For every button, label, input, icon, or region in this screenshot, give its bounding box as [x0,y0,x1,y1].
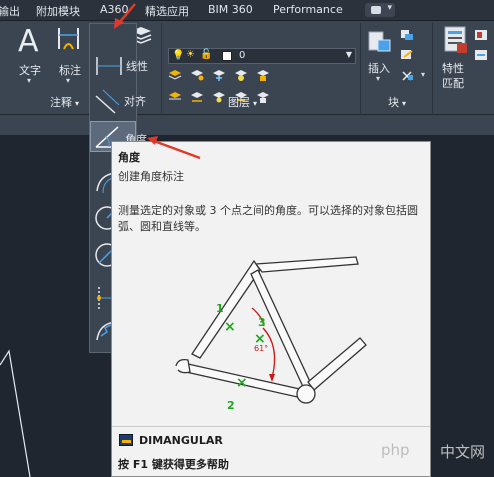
tooltip-help-hint: 按 F1 键获得更多帮助 [118,458,229,471]
panel-separator [432,23,433,113]
linear-dimension-item-icon[interactable] [94,54,124,78]
chevron-down-icon: ▾ [253,99,258,108]
lock-icon: 🔓 [200,49,213,60]
dimension-tool-icon[interactable] [56,25,82,53]
dropdown-item-aligned[interactable]: 对齐 [90,86,146,117]
layer-off-icon[interactable] [234,69,248,81]
ribbon: A 文字 ▾ 标注 ▾ ▾ 💡 ☀ 🔓 0 ▼ [0,21,494,135]
lightbulb-icon: 💡 [172,50,185,61]
point-2-label: 2 [227,399,235,412]
quick-select-icon[interactable] [474,49,488,61]
block-panel-title[interactable]: 块 ▾ [388,94,406,110]
layer-dropdown[interactable]: 💡 ☀ 🔓 0 ▼ [168,48,356,64]
layer-match-icon[interactable] [168,91,182,103]
layer-unlock-icon[interactable] [256,91,270,103]
block-tools-dropdown-icon[interactable]: ▾ [421,70,425,79]
layer-unisolate-icon[interactable] [212,91,226,103]
point-1-marker: × [224,319,236,335]
watermark-suffix: 中文网 [440,443,486,461]
annotation-panel-title[interactable]: 注释 ▾ [50,94,79,110]
point-2-marker: × [236,375,248,391]
tab-bim360[interactable]: BIM 360 [208,3,253,16]
aligned-dimension-icon [95,89,120,114]
layer-properties-icon[interactable] [168,69,182,81]
tooltip-description: 测量选定的对象或 3 个点之间的角度。可以选择的对象包括圆弧、圆和直线等。 [118,204,418,233]
command-icon [119,434,133,446]
chevron-down-icon: ▼ [345,50,352,59]
tab-output[interactable]: 输出 [0,3,20,19]
layer-isolate-icon[interactable] [190,69,204,81]
point-1-label: 1 [216,302,224,315]
tooltip-title: 角度 [118,151,140,164]
layer-color-swatch [222,51,232,61]
tab-performance[interactable]: Performance [273,3,343,16]
insert-block-icon[interactable] [366,27,392,55]
chevron-down-icon: ▾ [75,99,80,108]
tab-featured-apps[interactable]: 精选应用 [145,3,189,19]
tooltip-subtitle: 创建角度标注 [118,170,184,183]
layer-lock-icon[interactable] [256,69,270,81]
layer-freeze-icon[interactable] [212,69,226,81]
group-icon[interactable] [474,29,488,41]
layers-panel-label: 图层 [228,96,250,109]
watermark-text: php [381,441,410,459]
match-properties-label-line2[interactable]: 匹配 [442,75,464,91]
tab-a360[interactable]: A360 [100,3,129,16]
tooltip-divider [112,426,430,427]
layer-previous-icon[interactable] [190,91,204,103]
panel-separator [360,23,361,113]
ribbon-display-toggle-button[interactable] [365,3,395,17]
angular-tooltip: 角度 创建角度标注 测量选定的对象或 3 个点之间的角度。可以选择的对象包括圆弧… [111,141,431,477]
match-properties-label-line1[interactable]: 特性 [442,60,464,76]
dimension-tool-dropdown-icon[interactable]: ▾ [66,76,70,85]
layers-panel-title[interactable]: 图层 ▾ [228,94,257,110]
panel-separator [161,23,162,113]
match-properties-icon[interactable] [442,25,470,55]
create-block-icon[interactable] [400,29,414,41]
tooltip-command-name: DIMANGULAR [139,434,223,447]
tab-addins[interactable]: 附加模块 [36,3,80,19]
linear-dimension-item-label[interactable]: 线性 [126,58,148,74]
insert-dropdown-icon[interactable]: ▾ [376,74,380,83]
ribbon-tab-bar: 输出 附加模块 A360 精选应用 BIM 360 Performance [0,0,494,21]
edit-block-icon[interactable] [400,49,414,61]
sun-icon: ☀ [186,49,195,60]
annotation-panel-label: 注释 [50,96,72,109]
text-tool-dropdown-icon[interactable]: ▾ [27,76,31,85]
angle-value-label: 61° [254,344,268,353]
chevron-down-icon: ▾ [402,99,407,108]
edit-attributes-icon[interactable] [400,69,414,81]
text-tool-icon[interactable]: A [18,24,39,59]
dropdown-item-aligned-label: 对齐 [124,95,146,108]
layer-name-value: 0 [239,50,246,61]
bicycle-frame-figure: × × × 1 3 2 61° [175,256,367,412]
point-3-label: 3 [258,316,266,329]
block-panel-label: 块 [388,96,399,109]
